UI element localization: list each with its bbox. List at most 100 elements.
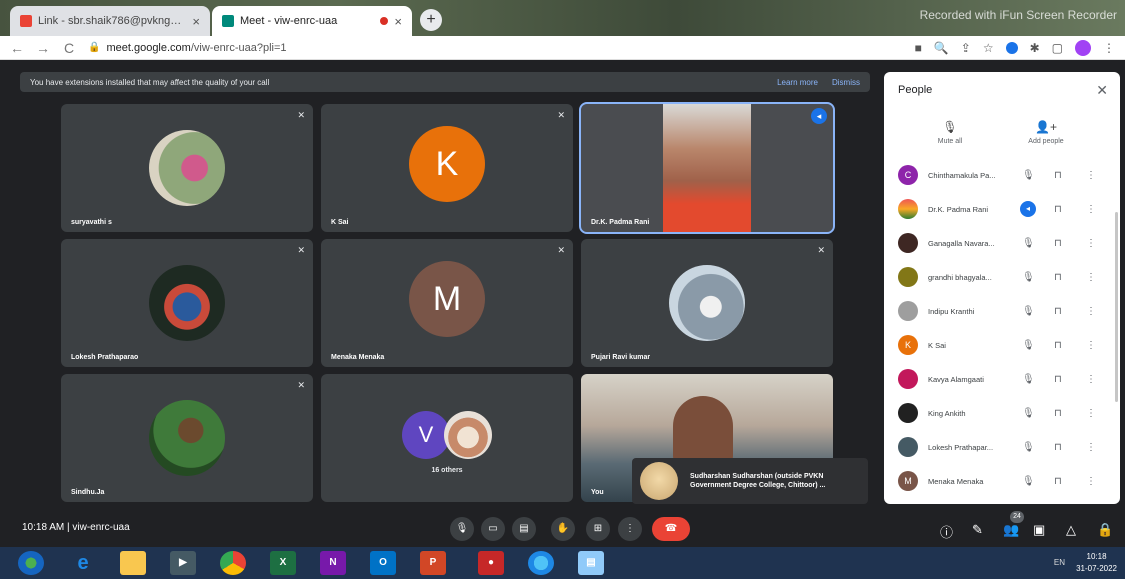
camera-icon[interactable]: ■ — [915, 41, 922, 55]
participant-tile[interactable]: M ✕ Menaka Menaka — [321, 239, 573, 367]
internet-explorer-icon[interactable]: e — [70, 551, 96, 575]
more-options-icon[interactable]: ⋮ — [1086, 408, 1096, 419]
pin-icon[interactable]: ⊓ — [1054, 442, 1062, 453]
dismiss-button[interactable]: Dismiss — [832, 78, 860, 87]
more-options-icon[interactable]: ⋮ — [1086, 476, 1096, 487]
raise-hand-button[interactable]: ✋ — [551, 517, 575, 541]
camera-button[interactable]: ▭ — [481, 517, 505, 541]
add-people-button[interactable]: 👤+ Add people — [1006, 120, 1086, 145]
shapes-icon[interactable]: △ — [1066, 522, 1076, 538]
outlook-icon[interactable]: O — [370, 551, 396, 575]
close-icon[interactable]: × — [394, 14, 402, 29]
participant-avatar — [898, 199, 918, 219]
pin-icon[interactable]: ⊓ — [1054, 170, 1062, 181]
tab-meet[interactable]: Meet - viw-enrc-uaa × — [212, 6, 412, 36]
activities-icon[interactable]: ✎ — [972, 522, 983, 538]
reload-icon[interactable]: C — [62, 40, 76, 56]
learn-more-link[interactable]: Learn more — [777, 78, 818, 87]
profile-avatar[interactable] — [1075, 39, 1091, 56]
screen: Link - sbr.shaik786@pvkngcchitt × Meet -… — [0, 0, 1125, 579]
participant-row[interactable]: grandhi bhagyala... 🎙 ⊓ ⋮ — [884, 260, 1120, 294]
share-icon[interactable]: ⇪ — [961, 41, 971, 55]
participant-row[interactable]: M Menaka Menaka 🎙 ⊓ ⋮ — [884, 464, 1120, 498]
pin-icon[interactable]: ⊓ — [1054, 204, 1062, 215]
participant-name: K Sai — [928, 340, 946, 350]
present-button[interactable]: ⊞ — [586, 517, 610, 541]
extension-icon[interactable] — [1005, 41, 1018, 54]
host-controls-icon[interactable]: 🔒 — [1097, 522, 1113, 538]
participant-avatar — [898, 437, 918, 457]
pin-icon[interactable]: ⊓ — [1054, 238, 1062, 249]
powerpoint-icon[interactable]: P — [420, 551, 446, 575]
participant-tile[interactable]: ✕ Pujari Ravi kumar — [581, 239, 833, 367]
participant-photo — [669, 265, 745, 341]
url-field[interactable]: 🔒 meet.google.com/viw-enrc-uaa?pli=1 — [88, 42, 903, 54]
mic-muted-icon: 🎙 — [1022, 339, 1035, 351]
more-options-icon[interactable]: ⋮ — [1086, 170, 1096, 181]
captions-button[interactable]: ▤ — [512, 517, 536, 541]
participant-tile[interactable]: ✕ Sindhu.Ja — [61, 374, 313, 502]
onenote-icon[interactable]: N — [320, 551, 346, 575]
participant-row[interactable]: Indipu Kranthi 🎙 ⊓ ⋮ — [884, 294, 1120, 328]
add-person-icon: 👤+ — [1035, 120, 1057, 134]
participant-row[interactable]: Dr.K. Padma Rani ◂ ⊓ ⋮ — [884, 192, 1120, 226]
edge-icon[interactable] — [528, 551, 554, 575]
zoom-icon[interactable]: 🔍 — [934, 41, 949, 55]
start-button[interactable] — [18, 551, 44, 575]
participant-row[interactable]: Kavya Alamgaati 🎙 ⊓ ⋮ — [884, 362, 1120, 396]
more-options-icon[interactable]: ⋮ — [1086, 374, 1096, 385]
microphone-button[interactable]: 🎙 — [450, 517, 474, 541]
system-tray-language[interactable]: EN — [1054, 558, 1065, 567]
participant-row[interactable]: Lokesh Prathapar... 🎙 ⊓ ⋮ — [884, 430, 1120, 464]
pin-icon[interactable]: ⊓ — [1054, 272, 1062, 283]
pin-icon[interactable]: ⊓ — [1054, 476, 1062, 487]
people-icon[interactable]: 👥 — [1003, 522, 1019, 538]
participant-row[interactable]: King Ankith 🎙 ⊓ ⋮ — [884, 396, 1120, 430]
participant-tile[interactable]: ◂ Dr.K. Padma Rani — [579, 102, 835, 234]
more-options-icon[interactable]: ⋮ — [1086, 306, 1096, 317]
pin-icon[interactable]: ⊓ — [1054, 408, 1062, 419]
new-tab-button[interactable]: + — [420, 9, 442, 31]
participant-name: Pujari Ravi kumar — [591, 354, 651, 361]
others-tile[interactable]: V 16 others — [321, 374, 573, 502]
bookmark-star-icon[interactable]: ☆ — [983, 41, 994, 55]
more-options-icon[interactable]: ⋮ — [1086, 340, 1096, 351]
close-icon[interactable]: ✕ — [1096, 82, 1108, 99]
meeting-details-icon[interactable]: ⓘ — [940, 522, 953, 541]
participant-row[interactable]: Ganagalla Navara... 🎙 ⊓ ⋮ — [884, 226, 1120, 260]
media-player-icon[interactable]: ▶ — [170, 551, 196, 575]
pin-icon[interactable]: ⊓ — [1054, 340, 1062, 351]
menu-icon[interactable]: ⋮ — [1103, 41, 1115, 55]
close-icon[interactable]: × — [192, 14, 200, 29]
tab-gmail[interactable]: Link - sbr.shaik786@pvkngcchitt × — [10, 6, 210, 36]
more-options-icon[interactable]: ⋮ — [1086, 442, 1096, 453]
floating-participant-card[interactable]: Sudharshan Sudharshan (outside PVKN Gove… — [632, 458, 868, 504]
participant-row[interactable]: C Chinthamakula Pa... 🎙 ⊓ ⋮ — [884, 158, 1120, 192]
more-options-icon[interactable]: ⋮ — [1086, 204, 1096, 215]
notepad-icon[interactable]: ▤ — [578, 551, 604, 575]
more-options-icon[interactable]: ⋮ — [1086, 272, 1096, 283]
taskbar-clock[interactable]: 10:18 31-07-2022 — [1076, 551, 1117, 575]
back-icon[interactable]: ← — [10, 40, 24, 56]
participant-tile[interactable]: ✕ suryavathi s — [61, 104, 313, 232]
sidebar-icon[interactable]: ▢ — [1052, 41, 1063, 55]
excel-icon[interactable]: X — [270, 551, 296, 575]
mute-all-button[interactable]: 🎙 Mute all — [910, 120, 990, 145]
pin-icon[interactable]: ⊓ — [1054, 374, 1062, 385]
participant-tile[interactable]: ✕ Lokesh Prathaparao — [61, 239, 313, 367]
more-options-icon[interactable]: ⋮ — [1086, 238, 1096, 249]
chrome-icon[interactable] — [220, 551, 246, 575]
participant-row[interactable]: K K Sai 🎙 ⊓ ⋮ — [884, 328, 1120, 362]
end-call-button[interactable]: ☎ — [652, 517, 690, 541]
screen-recorder-icon[interactable]: ● — [478, 551, 504, 575]
puzzle-icon[interactable]: ✱ — [1030, 41, 1040, 55]
speaking-icon: ◂ — [811, 108, 827, 124]
participant-tile[interactable]: K ✕ K Sai — [321, 104, 573, 232]
pin-icon[interactable]: ⊓ — [1054, 306, 1062, 317]
forward-icon[interactable]: → — [36, 40, 50, 56]
file-explorer-icon[interactable] — [120, 551, 146, 575]
chat-icon[interactable]: ▣ — [1033, 522, 1045, 538]
mute-all-label: Mute all — [937, 138, 963, 145]
more-options-button[interactable]: ⋮ — [618, 517, 642, 541]
people-scrollbar[interactable] — [1115, 212, 1118, 402]
